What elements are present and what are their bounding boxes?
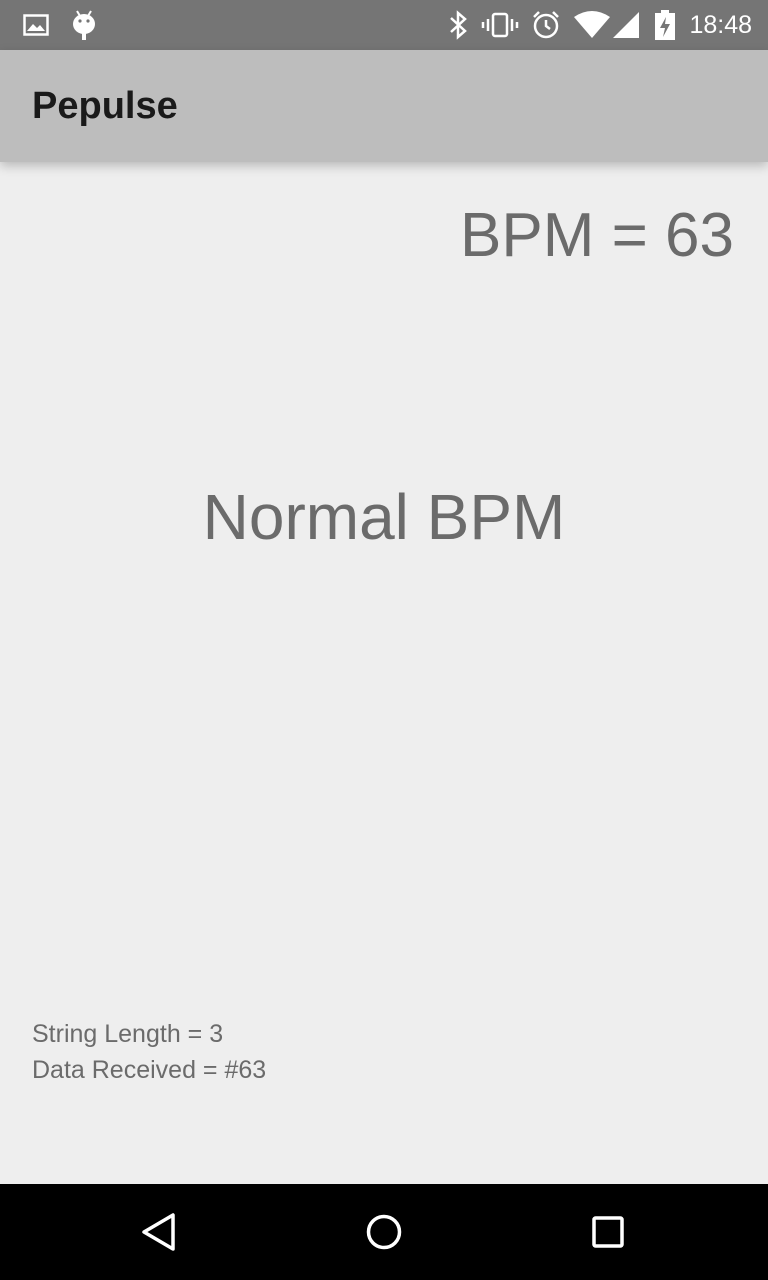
home-icon bbox=[366, 1214, 402, 1250]
nav-bar bbox=[0, 1184, 768, 1280]
app-bar: Pepulse bbox=[0, 50, 768, 162]
status-time: 18:48 bbox=[689, 11, 752, 39]
bpm-value: BPM = 63 bbox=[460, 201, 734, 270]
bluetooth-icon bbox=[446, 0, 470, 50]
android-icon bbox=[70, 0, 98, 50]
app-title: Pepulse bbox=[32, 85, 178, 127]
debug-info: String Length = 3 Data Received = #63 bbox=[32, 1016, 266, 1088]
signal-icon bbox=[610, 0, 642, 50]
vibrate-icon bbox=[480, 0, 520, 50]
status-bar: 18:48 bbox=[0, 0, 768, 50]
bpm-status: Normal BPM bbox=[202, 481, 566, 553]
string-length-text: String Length = 3 bbox=[32, 1020, 224, 1048]
image-icon bbox=[22, 0, 50, 50]
back-button[interactable] bbox=[100, 1184, 220, 1280]
back-icon bbox=[142, 1213, 175, 1251]
recents-button[interactable] bbox=[548, 1184, 668, 1280]
data-received-text: Data Received = #63 bbox=[32, 1056, 267, 1084]
wifi-icon bbox=[572, 0, 612, 50]
alarm-icon bbox=[530, 0, 562, 50]
home-button[interactable] bbox=[324, 1184, 444, 1280]
screen: 18:48 Pepulse BPM = 63 Normal BPM String… bbox=[0, 0, 768, 1280]
recents-icon bbox=[592, 1216, 624, 1248]
battery-charging-icon bbox=[652, 0, 678, 50]
